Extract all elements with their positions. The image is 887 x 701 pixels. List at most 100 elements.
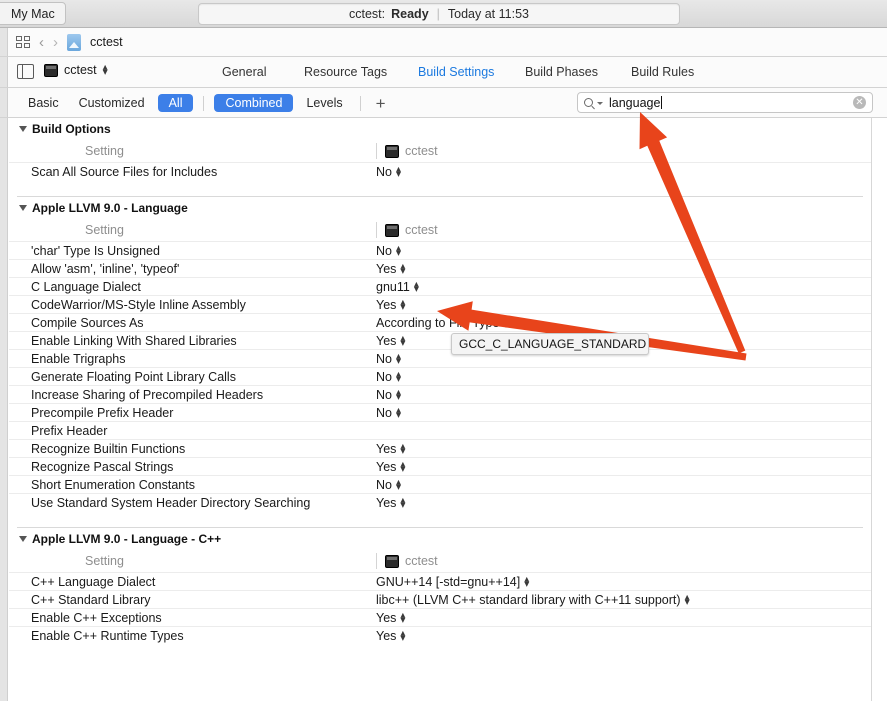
navigator-edge-strip-3 bbox=[0, 88, 8, 117]
stepper-icon[interactable]: ▴ ▾ bbox=[400, 459, 405, 474]
setting-value-control[interactable]: No ▴ ▾ bbox=[376, 387, 401, 402]
chevron-left-icon[interactable]: ‹ bbox=[39, 35, 44, 50]
setting-row[interactable]: Precompile Prefix Header No ▴ ▾ bbox=[9, 403, 871, 421]
setting-row[interactable]: Allow 'asm', 'inline', 'typeof' Yes ▴ ▾ bbox=[9, 259, 871, 277]
setting-value-control[interactable]: Yes ▴ ▾ bbox=[376, 441, 405, 456]
setting-value-control[interactable]: GNU++14 [-std=gnu++14] ▴ ▾ bbox=[376, 574, 529, 589]
stepper-icon[interactable]: ▴ ▾ bbox=[685, 592, 690, 607]
filter-all-button[interactable]: All bbox=[157, 94, 194, 112]
setting-value-control[interactable]: gnu11 ▴ ▾ bbox=[376, 279, 419, 294]
setting-row[interactable]: Recognize Pascal Strings Yes ▴ ▾ bbox=[9, 457, 871, 475]
grid-icon[interactable] bbox=[16, 35, 30, 49]
filter-levels-button[interactable]: Levels bbox=[296, 96, 352, 110]
stepper-icon[interactable]: ▴ ▾ bbox=[400, 333, 405, 348]
search-icon bbox=[584, 98, 593, 107]
tab-build-rules[interactable]: Build Rules bbox=[631, 65, 694, 79]
setting-value-control[interactable]: No ▴ ▾ bbox=[376, 477, 401, 492]
stepper-icon[interactable]: ▴ ▾ bbox=[396, 243, 401, 258]
setting-value-control[interactable]: No ▴ ▾ bbox=[376, 405, 401, 420]
filter-basic-button[interactable]: Basic bbox=[18, 96, 69, 110]
setting-value-control[interactable]: No ▴ ▾ bbox=[376, 351, 401, 366]
setting-value-control[interactable]: Yes ▴ ▾ bbox=[376, 333, 405, 348]
disclosure-triangle-icon[interactable] bbox=[19, 126, 27, 132]
tab-general[interactable]: General bbox=[222, 65, 266, 79]
setting-row[interactable]: C++ Language Dialect GNU++14 [-std=gnu++1… bbox=[9, 572, 871, 590]
filter-customized-button[interactable]: Customized bbox=[69, 96, 155, 110]
stepper-icon[interactable]: ▴ ▾ bbox=[396, 477, 401, 492]
setting-value-control[interactable]: Yes ▴ ▾ bbox=[376, 495, 405, 510]
scheme-destination-chip[interactable]: My Mac bbox=[0, 2, 66, 25]
setting-row[interactable]: CodeWarrior/MS-Style Inline Assembly Yes ▴… bbox=[9, 295, 871, 313]
setting-row[interactable]: Enable Linking With Shared Libraries Yes ▴… bbox=[9, 331, 871, 349]
setting-value: Yes bbox=[376, 333, 397, 348]
setting-row[interactable]: Use Standard System Header Directory Sea… bbox=[9, 493, 871, 511]
setting-row[interactable]: C Language Dialect gnu11 ▴ ▾ bbox=[9, 277, 871, 295]
setting-row[interactable]: Recognize Builtin Functions Yes ▴ ▾ bbox=[9, 439, 871, 457]
tab-resource-tags[interactable]: Resource Tags bbox=[304, 65, 387, 79]
tab-build-settings[interactable]: Build Settings bbox=[418, 65, 494, 79]
chevron-right-icon[interactable]: › bbox=[53, 35, 58, 50]
setting-name: 'char' Type Is Unsigned bbox=[31, 243, 160, 258]
stepper-icon[interactable]: ▴ ▾ bbox=[396, 387, 401, 402]
stepper-icon: ▴ ▾ bbox=[102, 62, 108, 78]
setting-row[interactable]: 'char' Type Is Unsigned No ▴ ▾ bbox=[9, 241, 871, 259]
chevron-down-icon[interactable] bbox=[597, 101, 603, 105]
stepper-icon[interactable]: ▴ ▾ bbox=[400, 495, 405, 510]
setting-value-control[interactable]: According to File Type ▴ ▾ bbox=[376, 315, 508, 330]
setting-value-control[interactable]: No ▴ ▾ bbox=[376, 164, 401, 179]
setting-value-control[interactable]: Yes ▴ ▾ bbox=[376, 459, 405, 474]
stepper-icon[interactable]: ▴ ▾ bbox=[400, 610, 405, 625]
setting-row[interactable]: Scan All Source Files for Includes No ▴ ▾ bbox=[9, 162, 871, 180]
group-header[interactable]: Apple LLVM 9.0 - Language bbox=[9, 197, 871, 219]
stepper-icon[interactable]: ▴ ▾ bbox=[400, 261, 405, 276]
setting-value-control[interactable]: Yes ▴ ▾ bbox=[376, 610, 405, 625]
add-setting-button[interactable]: + bbox=[368, 95, 394, 112]
setting-row[interactable]: Generate Floating Point Library Calls No ▴… bbox=[9, 367, 871, 385]
stepper-icon[interactable]: ▴ ▾ bbox=[414, 279, 419, 294]
stepper-icon[interactable]: ▴ ▾ bbox=[524, 574, 529, 589]
setting-value-control[interactable]: No ▴ ▾ bbox=[376, 243, 401, 258]
stepper-icon[interactable]: ▴ ▾ bbox=[400, 441, 405, 456]
setting-name: Precompile Prefix Header bbox=[31, 405, 174, 420]
stepper-icon[interactable]: ▴ ▾ bbox=[400, 628, 405, 643]
setting-value-control[interactable]: Yes ▴ ▾ bbox=[376, 261, 405, 276]
setting-value-control[interactable]: Yes ▴ ▾ bbox=[376, 628, 405, 643]
build-settings-list[interactable]: Build Options Setting cctest Scan All Sourc… bbox=[0, 118, 887, 701]
clear-icon[interactable]: ✕ bbox=[853, 96, 866, 109]
setting-value: Yes bbox=[376, 441, 397, 456]
filter-combined-button[interactable]: Combined bbox=[214, 94, 294, 112]
stepper-icon[interactable]: ▴ ▾ bbox=[396, 405, 401, 420]
search-field[interactable]: language ✕ bbox=[577, 92, 873, 113]
app-target-icon bbox=[385, 223, 399, 237]
stepper-icon[interactable]: ▴ ▾ bbox=[396, 164, 401, 179]
disclosure-triangle-icon[interactable] bbox=[19, 205, 27, 211]
search-input[interactable]: language bbox=[609, 95, 853, 110]
stepper-icon[interactable]: ▴ ▾ bbox=[396, 369, 401, 384]
disclosure-triangle-icon[interactable] bbox=[19, 536, 27, 542]
setting-value: GNU++14 [-std=gnu++14] bbox=[376, 574, 521, 589]
panel-toggle-icon[interactable] bbox=[17, 64, 34, 79]
setting-value-control[interactable]: Yes ▴ ▾ bbox=[376, 297, 405, 312]
setting-row[interactable]: Enable C++ Runtime Types Yes ▴ ▾ bbox=[9, 626, 871, 644]
jump-bar-project-label[interactable]: cctest bbox=[90, 35, 123, 49]
group-header[interactable]: Apple LLVM 9.0 - Language - C++ bbox=[9, 528, 871, 550]
setting-row[interactable]: Compile Sources As According to File Type… bbox=[9, 313, 871, 331]
setting-name: Allow 'asm', 'inline', 'typeof' bbox=[31, 261, 180, 276]
setting-row[interactable]: Enable C++ Exceptions Yes ▴ ▾ bbox=[9, 608, 871, 626]
search-input-value: language bbox=[609, 95, 661, 110]
tab-build-phases[interactable]: Build Phases bbox=[525, 65, 598, 79]
setting-value-control[interactable]: No ▴ ▾ bbox=[376, 369, 401, 384]
group-header[interactable]: Build Options bbox=[9, 118, 871, 140]
setting-row[interactable]: C++ Standard Library libc++ (LLVM C++ sta… bbox=[9, 590, 871, 608]
setting-name: Enable C++ Exceptions bbox=[31, 610, 162, 625]
setting-value-control[interactable]: libc++ (LLVM C++ standard library with C… bbox=[376, 592, 690, 607]
setting-row[interactable]: Enable Trigraphs No ▴ ▾ bbox=[9, 349, 871, 367]
setting-row[interactable]: Prefix Header bbox=[9, 421, 871, 439]
setting-row[interactable]: Increase Sharing of Precompiled Headers N… bbox=[9, 385, 871, 403]
setting-row[interactable]: Short Enumeration Constants No ▴ ▾ bbox=[9, 475, 871, 493]
stepper-icon[interactable]: ▴ ▾ bbox=[503, 315, 508, 330]
stepper-icon[interactable]: ▴ ▾ bbox=[396, 351, 401, 366]
target-selector[interactable]: cctest ▴ ▾ bbox=[44, 62, 108, 78]
navigator-edge-strip-2 bbox=[0, 57, 8, 87]
stepper-icon[interactable]: ▴ ▾ bbox=[400, 297, 405, 312]
